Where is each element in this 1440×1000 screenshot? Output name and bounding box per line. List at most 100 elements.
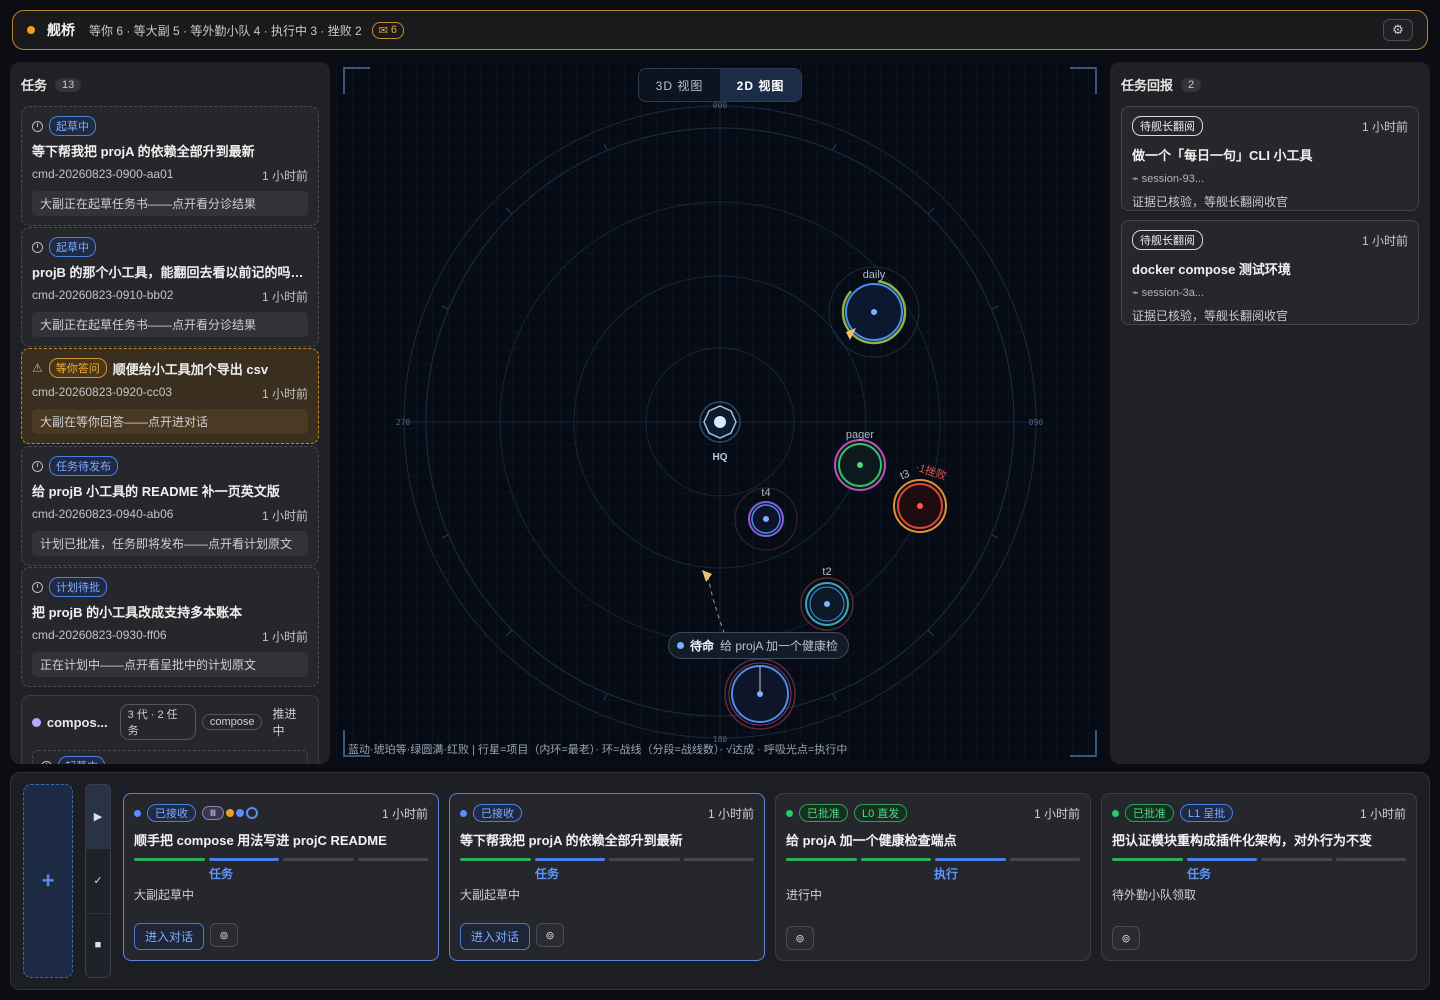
task-id: cmd-20260823-0920-cc03 — [32, 385, 173, 399]
new-task-button[interactable]: + — [23, 784, 73, 978]
operation-card[interactable]: 已批准 L0 直发 1 小时前 给 projA 加一个健康检查端点 执行 进行中… — [775, 793, 1091, 961]
settings-button[interactable]: ⚙ — [1383, 19, 1413, 41]
card-time: 1 小时前 — [381, 806, 428, 821]
card-title: 给 projA 加一个健康检查端点 — [786, 833, 957, 848]
tab-stopped[interactable]: ■ — [86, 913, 110, 977]
target-icon-button[interactable]: ⊚ — [536, 923, 565, 947]
task-time: 1 小时前 — [261, 290, 308, 304]
report-card[interactable]: 待舰长翻阅 1 小时前 做一个「每日一句」CLI 小工具 ⌁ session-93… — [1121, 106, 1419, 211]
clock-icon — [41, 760, 52, 764]
warning-icon: ⚠ — [32, 361, 43, 375]
tab-running[interactable]: ▶ — [86, 785, 110, 850]
group-tag-pill: compose — [201, 714, 263, 730]
card-time: 1 小时前 — [707, 806, 754, 821]
mission-text: 给 projA 加一个健康检 — [720, 639, 839, 653]
group-subtask[interactable]: 起草中 — [32, 750, 308, 764]
task-note: 大副正在起草任务书——点开看分诊结果 — [32, 312, 308, 337]
mail-badge[interactable]: ✉ 6 — [371, 21, 405, 39]
gear-icon: ⚙ — [1392, 22, 1404, 37]
enter-chat-button[interactable]: 进入对话 — [134, 923, 205, 950]
operations-dock: + ▶ ✓ ■ 已接收 Ⅲ 1 小时前 顺手把 compose 用法写进 pro… — [10, 772, 1430, 990]
operation-card[interactable]: 已批准 L1 呈批 1 小时前 把认证模块重构成插件化架构，对外行为不变 任务 … — [1101, 793, 1417, 961]
clock-icon — [32, 241, 43, 253]
target-icon-button[interactable]: ⊚ — [1112, 926, 1140, 950]
bearing-270: 270 — [396, 418, 411, 427]
reports-panel-title: 任务回报 — [1121, 78, 1174, 93]
group-gen-pill: 3 代 · 2 任务 — [119, 704, 196, 740]
mission-dot — [677, 642, 684, 649]
planet-daily[interactable]: daily — [828, 266, 920, 358]
starmap-view[interactable]: 000 090 180 270 HQ daily pager t3 ·1挫败 t… — [336, 60, 1104, 764]
report-badge: 待舰长翻阅 — [1132, 230, 1203, 250]
tasks-count-badge: 13 — [55, 77, 82, 92]
planet-label: t2 — [822, 566, 831, 578]
target-icon-button[interactable]: ⊚ — [786, 926, 814, 950]
app-title: 舰桥 — [47, 22, 75, 38]
report-note: 证据已核验，等舰长翻阅收官 — [1132, 195, 1289, 209]
group-card[interactable]: compos... 3 代 · 2 任务 compose 推进中 起草中 — [21, 695, 319, 764]
status-dot — [786, 809, 793, 817]
tab-done[interactable]: ✓ — [86, 849, 110, 914]
mission-tooltip[interactable]: 待命 给 projA 加一个健康检 — [668, 632, 850, 659]
card-desc: 进行中 — [786, 888, 823, 902]
report-title: 做一个「每日一句」CLI 小工具 — [1132, 148, 1313, 163]
card-title: 顺手把 compose 用法写进 projC README — [134, 833, 387, 848]
stage-progress — [460, 858, 754, 861]
operation-card[interactable]: 已接收 1 小时前 等下帮我把 projA 的依赖全部升到最新 任务 大副起草中… — [449, 793, 765, 961]
roman-glyph: Ⅲ — [202, 806, 224, 820]
status-pill: 已接收 — [473, 804, 522, 822]
task-card[interactable]: 计划待批 把 projB 的小工具改成支持多本账本 cmd-20260823-0… — [21, 567, 319, 687]
dot-orange — [226, 809, 234, 817]
status-dot — [460, 809, 467, 817]
target-icon-button[interactable]: ⊚ — [210, 923, 239, 947]
task-note: 计划已批准，任务即将发布——点开看计划原文 — [32, 531, 308, 556]
card-time: 1 小时前 — [1033, 806, 1080, 821]
status-dot — [27, 26, 35, 34]
clock-icon — [32, 120, 43, 132]
task-title: projB 的那个小工具，能翻回去看以前记的吗… — [32, 265, 304, 280]
dot-blue — [236, 809, 244, 817]
operation-card[interactable]: 已接收 Ⅲ 1 小时前 顺手把 compose 用法写进 projC READM… — [123, 793, 439, 961]
stage-label: 任务 — [209, 867, 234, 881]
task-time: 1 小时前 — [261, 630, 308, 644]
ring-icon — [246, 807, 258, 819]
status-pill: 起草中 — [58, 756, 105, 764]
enter-chat-button[interactable]: 进入对话 — [460, 923, 531, 950]
status-pill: 起草中 — [49, 237, 96, 257]
planet-label: daily — [863, 269, 886, 281]
view-3d-button[interactable]: 3D 视图 — [639, 69, 720, 101]
card-time: 1 小时前 — [1359, 806, 1406, 821]
planet-active[interactable] — [724, 658, 796, 730]
group-name: compos... — [46, 714, 108, 730]
task-card[interactable]: ⚠ 等你答问 顺便给小工具加个导出 csv cmd-20260823-0920-… — [21, 348, 319, 444]
status-pill: 任务待发布 — [49, 456, 118, 476]
report-session: ⌁ session-93... — [1132, 173, 1205, 185]
task-card[interactable]: 起草中 等下帮我把 projA 的依赖全部升到最新 cmd-20260823-0… — [21, 106, 319, 226]
card-title: 等下帮我把 projA 的依赖全部升到最新 — [460, 833, 683, 848]
planet-label: pager — [846, 429, 874, 441]
view-toggle: 3D 视图 2D 视图 — [638, 68, 802, 102]
status-pill: 起草中 — [49, 116, 96, 136]
report-session: ⌁ session-3a... — [1132, 287, 1205, 299]
report-time: 1 小时前 — [1361, 119, 1408, 134]
task-note: 正在计划中——点开看呈批中的计划原文 — [32, 652, 308, 677]
status-dot — [1112, 809, 1119, 817]
task-title: 把 projB 的小工具改成支持多本账本 — [32, 605, 243, 620]
bearing-000: 000 — [713, 101, 728, 110]
task-title: 给 projB 小工具的 README 补一页英文版 — [32, 484, 280, 499]
task-card[interactable]: 起草中 projB 的那个小工具，能翻回去看以前记的吗… cmd-2026082… — [21, 227, 319, 347]
report-note: 证据已核验，等舰长翻阅收官 — [1132, 309, 1289, 323]
report-title: docker compose 测试环境 — [1132, 262, 1291, 277]
report-card[interactable]: 待舰长翻阅 1 小时前 docker compose 测试环境 ⌁ session… — [1121, 220, 1419, 325]
task-card[interactable]: 任务待发布 给 projB 小工具的 README 补一页英文版 cmd-202… — [21, 446, 319, 566]
plus-icon: + — [41, 868, 55, 893]
view-2d-button[interactable]: 2D 视图 — [720, 69, 801, 101]
stage-progress — [1112, 858, 1406, 861]
task-id: cmd-20260823-0910-bb02 — [32, 288, 174, 302]
status-dot — [134, 809, 141, 817]
crew-indicator: Ⅲ — [202, 806, 258, 820]
reports-panel: 任务回报 2 待舰长翻阅 1 小时前 做一个「每日一句」CLI 小工具 ⌁ ses… — [1110, 62, 1430, 764]
group-status: 推进中 — [272, 707, 297, 738]
task-time: 1 小时前 — [261, 387, 308, 401]
task-note: 大副正在起草任务书——点开看分诊结果 — [32, 191, 308, 216]
